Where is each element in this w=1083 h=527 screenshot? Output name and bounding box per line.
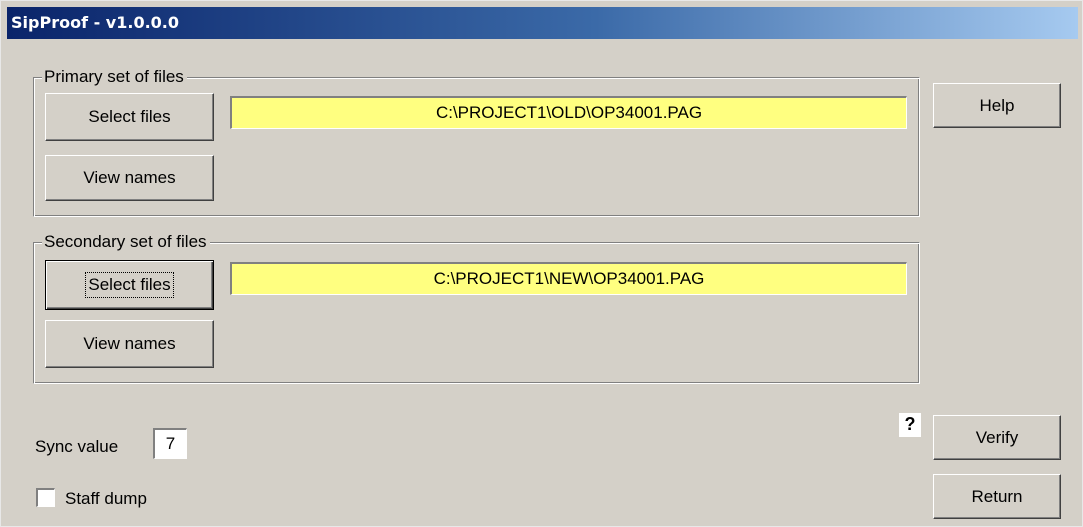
verify-button[interactable]: Verify — [933, 415, 1061, 460]
help-button-label: Help — [979, 95, 1015, 115]
secondary-path-field[interactable]: C:\PROJECT1\NEW\OP34001.PAG — [230, 262, 907, 295]
verify-button-label: Verify — [975, 427, 1019, 447]
return-button-label: Return — [971, 486, 1023, 506]
help-button[interactable]: Help — [933, 83, 1061, 128]
return-button[interactable]: Return — [933, 474, 1061, 519]
secondary-view-names-button[interactable]: View names — [45, 320, 214, 368]
sync-value-label: Sync value — [35, 437, 119, 456]
primary-view-names-label: View names — [83, 168, 176, 187]
question-mark-text: ? — [904, 414, 916, 434]
staff-dump-checkbox[interactable] — [36, 488, 55, 507]
staff-dump-label[interactable]: Staff dump — [65, 489, 147, 509]
primary-select-files-label: Select files — [88, 107, 171, 126]
sync-value-input[interactable]: 7 — [153, 428, 187, 459]
secondary-select-files-label: Select files — [85, 272, 174, 298]
primary-files-legend: Primary set of files — [42, 67, 187, 87]
secondary-select-files-button[interactable]: Select files — [45, 260, 214, 310]
primary-path-text: C:\PROJECT1\OLD\OP34001.PAG — [435, 103, 703, 122]
primary-path-field[interactable]: C:\PROJECT1\OLD\OP34001.PAG — [230, 96, 907, 129]
primary-select-files-button[interactable]: Select files — [45, 93, 214, 141]
sync-value-text: 7 — [165, 434, 176, 453]
title-bar[interactable]: SipProof - v1.0.0.0 — [7, 7, 1078, 39]
question-mark-icon[interactable]: ? — [899, 413, 921, 437]
secondary-path-text: C:\PROJECT1\NEW\OP34001.PAG — [433, 269, 705, 288]
sipproof-window: SipProof - v1.0.0.0 Primary set of files… — [0, 0, 1083, 527]
window-title: SipProof - v1.0.0.0 — [11, 13, 179, 32]
primary-view-names-button[interactable]: View names — [45, 155, 214, 201]
secondary-view-names-label: View names — [83, 334, 176, 353]
secondary-files-legend: Secondary set of files — [42, 232, 210, 252]
